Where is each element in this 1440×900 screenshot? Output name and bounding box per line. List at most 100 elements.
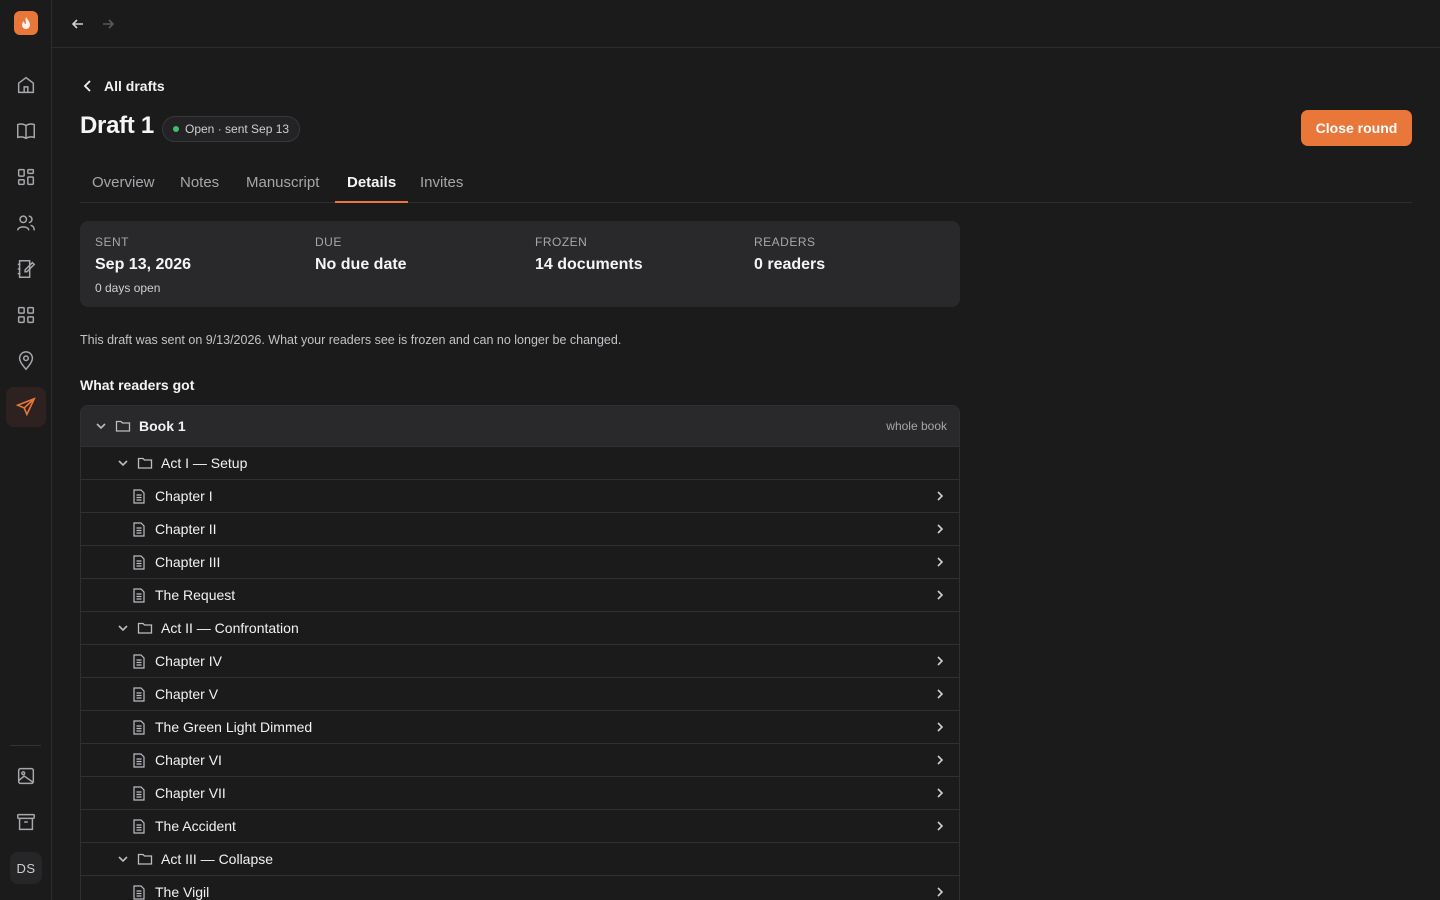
chevron-down-icon[interactable] xyxy=(116,852,130,866)
document-name: Chapter V xyxy=(155,686,219,702)
tree-row-folder[interactable]: Act III — Collapse xyxy=(81,843,959,876)
all-drafts-link[interactable]: All drafts xyxy=(80,76,165,96)
chevron-right-icon[interactable] xyxy=(933,753,947,767)
document-icon xyxy=(131,653,147,669)
tree-row-document[interactable]: Chapter VII xyxy=(81,777,959,810)
chevron-right-icon[interactable] xyxy=(933,654,947,668)
book-name: Book 1 xyxy=(139,418,186,434)
stat-due: DUE No due date xyxy=(315,235,407,274)
tree-row-folder[interactable]: Act I — Setup xyxy=(81,447,959,480)
sidebar-divider xyxy=(10,745,41,746)
back-arrow-icon[interactable] xyxy=(68,14,88,34)
chevron-right-icon[interactable] xyxy=(933,522,947,536)
folder-name: Act I — Setup xyxy=(161,455,248,471)
document-icon xyxy=(131,554,147,570)
tree-row-book[interactable]: Book 1 whole book xyxy=(81,406,959,447)
tree-row-document[interactable]: Chapter VI xyxy=(81,744,959,777)
sidebar-item-map[interactable] xyxy=(6,341,46,381)
tree-row-document[interactable]: Chapter II xyxy=(81,513,959,546)
stats-panel: SENT Sep 13, 2026 0 days open DUE No due… xyxy=(80,221,960,307)
folder-name: Act III — Collapse xyxy=(161,851,274,867)
chevron-down-icon[interactable] xyxy=(116,456,130,470)
status-badge: Open · sent Sep 13 xyxy=(162,116,301,142)
chevron-right-icon[interactable] xyxy=(933,687,947,701)
page-title: Draft 1 xyxy=(80,112,154,139)
chevron-left-icon xyxy=(83,80,91,92)
tree-row-document[interactable]: The Green Light Dimmed xyxy=(81,711,959,744)
scope-label: whole book xyxy=(886,419,947,433)
grid-icon xyxy=(17,168,35,186)
chevron-right-icon[interactable] xyxy=(933,489,947,503)
tree-row-folder[interactable]: Act II — Confrontation xyxy=(81,612,959,645)
chevron-right-icon[interactable] xyxy=(933,555,947,569)
sidebar-item-home[interactable] xyxy=(6,65,46,105)
chevron-right-icon[interactable] xyxy=(933,720,947,734)
folder-icon xyxy=(137,620,153,636)
chevron-right-icon[interactable] xyxy=(933,786,947,800)
document-icon xyxy=(131,785,147,801)
chevron-down-icon[interactable] xyxy=(116,621,130,635)
stat-value: 14 documents xyxy=(535,256,643,273)
top-bar xyxy=(52,0,1440,48)
document-icon xyxy=(131,521,147,537)
notebook-icon xyxy=(17,260,36,278)
archive-icon xyxy=(17,813,35,831)
document-tree: Book 1 whole book Act I — Setup Chapter I… xyxy=(80,405,960,900)
sidebar-item-notebook[interactable] xyxy=(6,249,46,289)
avatar[interactable]: DS xyxy=(10,852,42,884)
stat-value: No due date xyxy=(315,256,407,273)
chevron-right-icon[interactable] xyxy=(933,885,947,899)
status-text: Open · sent Sep 13 xyxy=(185,122,290,136)
document-name: The Accident xyxy=(155,818,236,834)
image-icon xyxy=(17,767,35,785)
status-dot-icon xyxy=(173,126,179,132)
tab-overview[interactable]: Overview xyxy=(92,164,155,203)
users-icon xyxy=(17,215,35,231)
tree-row-document[interactable]: Chapter V xyxy=(81,678,959,711)
tree-row-document[interactable]: Chapter IV xyxy=(81,645,959,678)
section-title: What readers got xyxy=(80,377,195,393)
sidebar-item-grid[interactable] xyxy=(6,157,46,197)
stat-sub: 0 days open xyxy=(95,281,161,295)
document-name: Chapter IV xyxy=(155,653,222,669)
tree-row-document[interactable]: The Request xyxy=(81,579,959,612)
tab-invites[interactable]: Invites xyxy=(420,164,463,203)
chevron-down-icon[interactable] xyxy=(94,419,108,433)
sidebar-item-images[interactable] xyxy=(6,756,46,796)
chevron-right-icon[interactable] xyxy=(933,588,947,602)
app-logo-icon[interactable] xyxy=(14,11,38,35)
stat-label: DUE xyxy=(315,235,342,249)
tab-bar: Overview Notes Manuscript Details Invite… xyxy=(80,164,1412,203)
home-icon xyxy=(17,76,35,94)
sidebar-item-send[interactable] xyxy=(6,387,46,427)
tree-row-document[interactable]: Chapter III xyxy=(81,546,959,579)
tree-row-document[interactable]: The Vigil xyxy=(81,876,959,900)
tab-notes[interactable]: Notes xyxy=(180,164,219,203)
tab-details[interactable]: Details xyxy=(335,164,409,203)
stat-label: SENT xyxy=(95,235,130,249)
document-name: Chapter III xyxy=(155,554,221,570)
stat-sent: SENT Sep 13, 2026 0 days open xyxy=(95,235,191,295)
stat-readers: READERS 0 readers xyxy=(754,235,825,274)
forward-arrow-icon[interactable] xyxy=(98,14,118,34)
chevron-right-icon[interactable] xyxy=(933,819,947,833)
sidebar-item-book[interactable] xyxy=(6,111,46,151)
app-window: DS All drafts Draft 1 Open · sent Sep 13… xyxy=(0,0,1440,900)
folder-icon xyxy=(137,455,153,471)
sidebar-item-users[interactable] xyxy=(6,203,46,243)
sidebar-item-archive[interactable] xyxy=(6,802,46,842)
document-name: The Vigil xyxy=(155,884,210,900)
tab-manuscript[interactable]: Manuscript xyxy=(246,164,319,203)
close-round-button[interactable]: Close round xyxy=(1301,110,1412,146)
all-drafts-label: All drafts xyxy=(104,78,165,94)
document-icon xyxy=(131,488,147,504)
document-name: Chapter VI xyxy=(155,752,222,768)
tree-row-document[interactable]: The Accident xyxy=(81,810,959,843)
tree-row-document[interactable]: Chapter I xyxy=(81,480,959,513)
sidebar-rail: DS xyxy=(0,0,52,900)
frozen-notice: This draft was sent on 9/13/2026. What y… xyxy=(80,333,622,347)
folder-name: Act II — Confrontation xyxy=(161,620,299,636)
stat-frozen: FROZEN 14 documents xyxy=(535,235,643,274)
sidebar-item-apps[interactable] xyxy=(6,295,46,335)
stat-value: Sep 13, 2026 xyxy=(95,256,192,273)
